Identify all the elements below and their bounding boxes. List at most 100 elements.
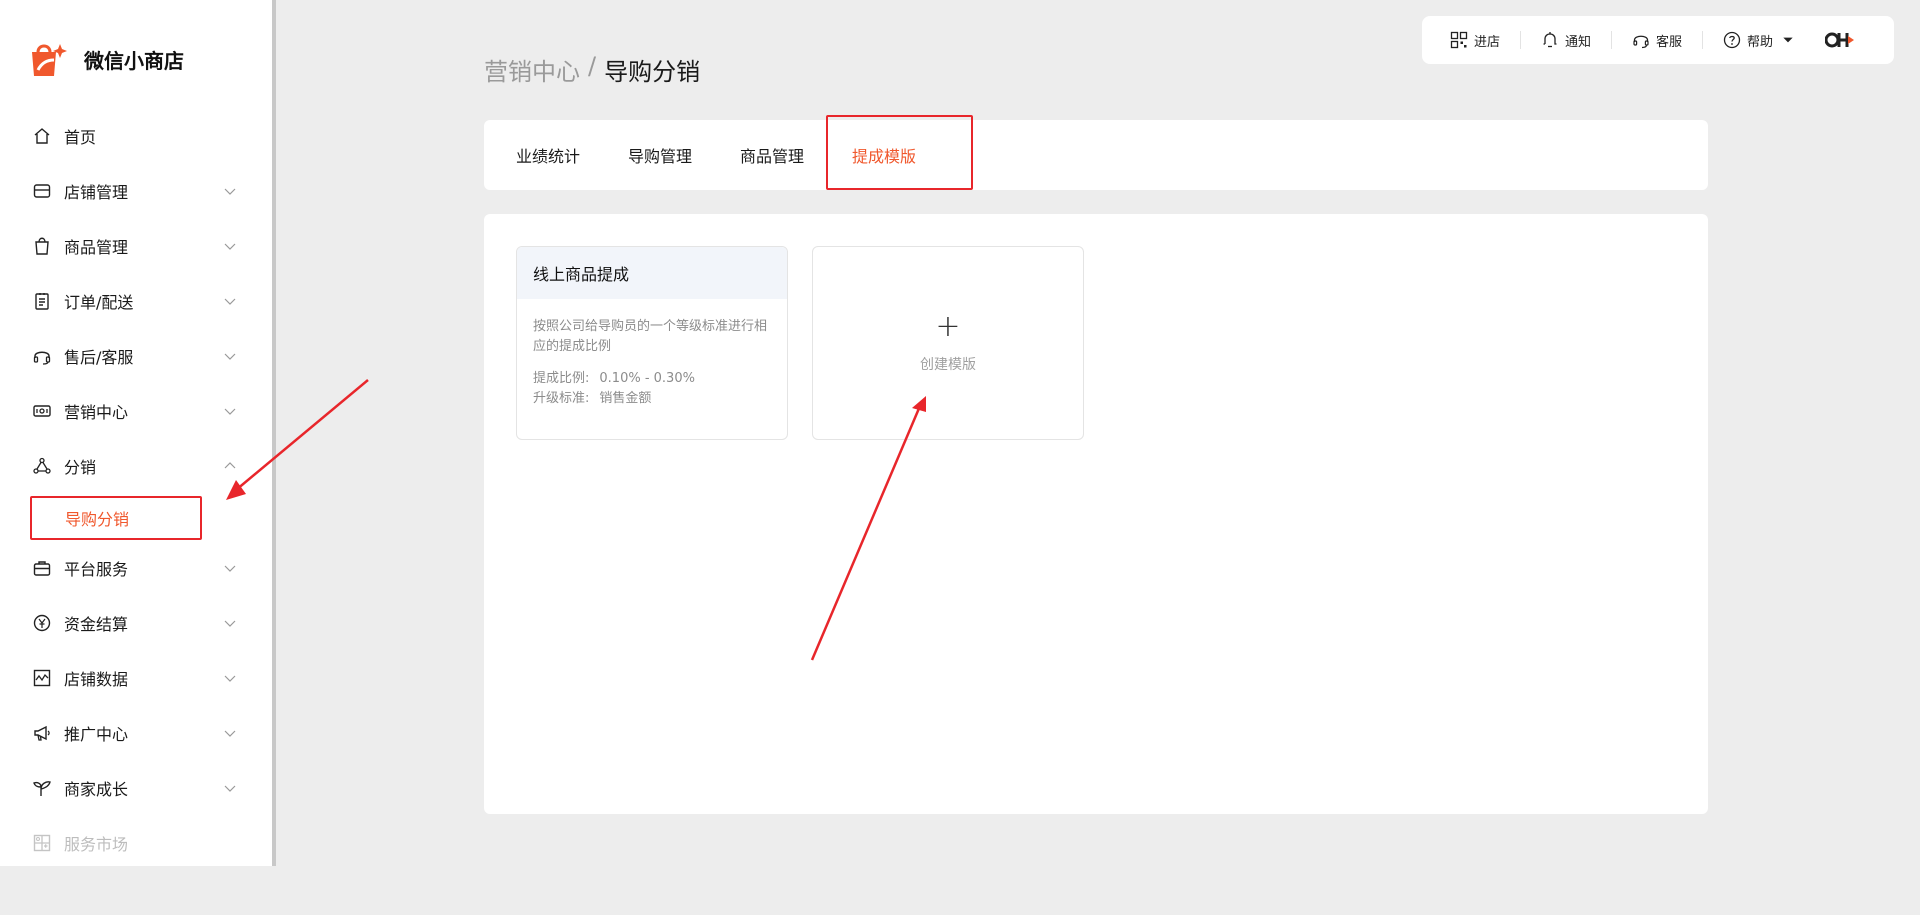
chevron-down-icon	[224, 620, 236, 627]
top-toolbar: 进店 通知 客服 帮助	[1422, 16, 1894, 64]
sidebar-item-label: 推广中心	[64, 724, 129, 744]
notification-button[interactable]: 通知	[1541, 31, 1591, 50]
sidebar-item-label: 商品管理	[64, 237, 129, 257]
qrcode-icon	[1450, 31, 1468, 49]
question-circle-icon	[1723, 31, 1741, 49]
template-details: 提成比例: 0.10% - 0.30% 升级标准: 销售金额	[517, 369, 787, 409]
chevron-down-icon	[224, 188, 236, 195]
enter-store-button[interactable]: 进店	[1450, 31, 1500, 50]
template-ratio-row: 提成比例: 0.10% - 0.30%	[517, 369, 787, 389]
headset-icon	[32, 346, 52, 366]
create-template-button[interactable]: + 创建模版	[812, 246, 1084, 440]
tab-label: 提成模版	[852, 147, 917, 166]
plus-icon: +	[935, 309, 961, 344]
sidebar-item-label: 售后/客服	[64, 347, 134, 367]
chevron-down-icon	[224, 298, 236, 305]
create-template-label: 创建模版	[920, 357, 976, 373]
app-name: 微信小商店	[84, 48, 184, 73]
page-title: 导购分销	[604, 58, 701, 86]
chevron-down-icon	[224, 353, 236, 360]
chevron-down-icon	[224, 675, 236, 682]
briefcase-icon	[32, 558, 52, 578]
ratio-value: 0.10% - 0.30%	[599, 371, 695, 386]
sidebar-subitem-label: 导购分销	[65, 510, 130, 529]
bell-icon	[1543, 32, 1557, 48]
sidebar-nav: 首页 店铺管理 商品管理 订单/配送 售后/客服 营销中心 分销 导购分销 平台…	[0, 108, 272, 870]
sidebar-subitem-container: 导购分销	[0, 493, 272, 540]
tab-label: 业绩统计	[516, 147, 581, 166]
customer-service-button[interactable]: 客服	[1632, 31, 1682, 50]
tab-bar: 业绩统计 导购管理 商品管理 提成模版	[484, 120, 1708, 190]
template-title: 线上商品提成	[517, 247, 787, 299]
sidebar-item-label: 首页	[64, 127, 97, 147]
divider	[1611, 31, 1613, 49]
tab-performance-stats[interactable]: 业绩统计	[516, 120, 580, 190]
sidebar-item-marketing[interactable]: 营销中心	[0, 383, 272, 438]
shop-bag-logo-icon	[32, 44, 67, 76]
customer-service-label: 客服	[1656, 34, 1683, 50]
sidebar-item-label: 资金结算	[64, 614, 129, 634]
tab-label: 导购管理	[628, 147, 693, 166]
chevron-up-icon	[224, 461, 236, 468]
tab-product-management[interactable]: 商品管理	[740, 120, 804, 190]
chevron-down-icon	[224, 730, 236, 737]
store-icon	[32, 181, 52, 201]
megaphone-icon	[32, 723, 52, 743]
chevron-down-icon	[224, 565, 236, 572]
sidebar-item-promotion[interactable]: 推广中心	[0, 705, 272, 760]
home-icon	[32, 126, 52, 146]
sidebar-item-after-sales[interactable]: 售后/客服	[0, 328, 272, 383]
sidebar-item-label: 订单/配送	[64, 292, 134, 312]
sidebar-item-platform-services[interactable]: 平台服务	[0, 540, 272, 595]
grid-icon	[32, 833, 52, 853]
sidebar-item-home[interactable]: 首页	[0, 108, 272, 163]
sidebar-item-label: 商家成长	[64, 779, 129, 799]
divider	[1702, 31, 1704, 49]
tab-guide-management[interactable]: 导购管理	[628, 120, 692, 190]
help-label: 帮助	[1747, 34, 1774, 50]
enter-store-label: 进店	[1474, 34, 1501, 50]
ticket-icon	[32, 401, 52, 421]
standard-label: 升级标准:	[533, 391, 590, 406]
sidebar-item-settlement[interactable]: 资金结算	[0, 595, 272, 650]
sidebar-item-label: 平台服务	[64, 559, 129, 579]
sidebar-scrollbar[interactable]	[272, 0, 276, 866]
template-description: 按照公司给导购员的一个等级标准进行相应的提成比例	[533, 319, 768, 354]
tab-label: 商品管理	[740, 147, 805, 166]
sidebar-item-label: 服务市场	[64, 834, 129, 854]
sidebar-item-label: 营销中心	[64, 402, 129, 422]
ratio-label: 提成比例:	[533, 371, 590, 386]
sidebar-subitem-guide-distribution[interactable]: 导购分销	[30, 496, 202, 540]
breadcrumb: 营销中心 / 导购分销	[484, 52, 700, 87]
sprout-icon	[32, 778, 52, 798]
sidebar-item-distribution[interactable]: 分销	[0, 438, 272, 493]
chevron-down-icon	[224, 408, 236, 415]
template-standard-row: 升级标准: 销售金额	[517, 389, 787, 409]
chevron-down-icon	[224, 785, 236, 792]
breadcrumb-parent[interactable]: 营销中心	[484, 52, 580, 87]
sidebar: 微信小商店 首页 店铺管理 商品管理 订单/配送 售后/客服 营销中心 分销 导…	[0, 0, 272, 866]
sidebar-item-store-management[interactable]: 店铺管理	[0, 163, 272, 218]
help-dropdown[interactable]: 帮助	[1723, 31, 1795, 50]
bag-icon	[32, 236, 52, 256]
sidebar-item-store-data[interactable]: 店铺数据	[0, 650, 272, 705]
commission-template-card[interactable]: 线上商品提成 按照公司给导购员的一个等级标准进行相应的提成比例 提成比例: 0.1…	[516, 246, 788, 440]
caret-down-icon	[1783, 37, 1793, 43]
standard-value: 销售金额	[599, 391, 652, 406]
divider	[1520, 31, 1522, 49]
sidebar-item-service-market[interactable]: 服务市场	[0, 815, 272, 870]
share-nodes-icon	[32, 456, 52, 476]
notification-label: 通知	[1565, 34, 1592, 50]
sidebar-item-label: 店铺管理	[64, 182, 129, 202]
headset-icon	[1633, 35, 1649, 49]
sidebar-item-label: 店铺数据	[64, 669, 129, 689]
chevron-down-icon	[224, 243, 236, 250]
sidebar-item-product-management[interactable]: 商品管理	[0, 218, 272, 273]
tab-commission-template[interactable]: 提成模版	[852, 120, 916, 190]
sidebar-item-label: 分销	[64, 457, 97, 477]
sidebar-item-merchant-growth[interactable]: 商家成长	[0, 760, 272, 815]
sidebar-item-orders[interactable]: 订单/配送	[0, 273, 272, 328]
avatar[interactable]	[1825, 28, 1857, 52]
chart-icon	[32, 668, 52, 688]
app-logo[interactable]: 微信小商店	[26, 38, 184, 80]
